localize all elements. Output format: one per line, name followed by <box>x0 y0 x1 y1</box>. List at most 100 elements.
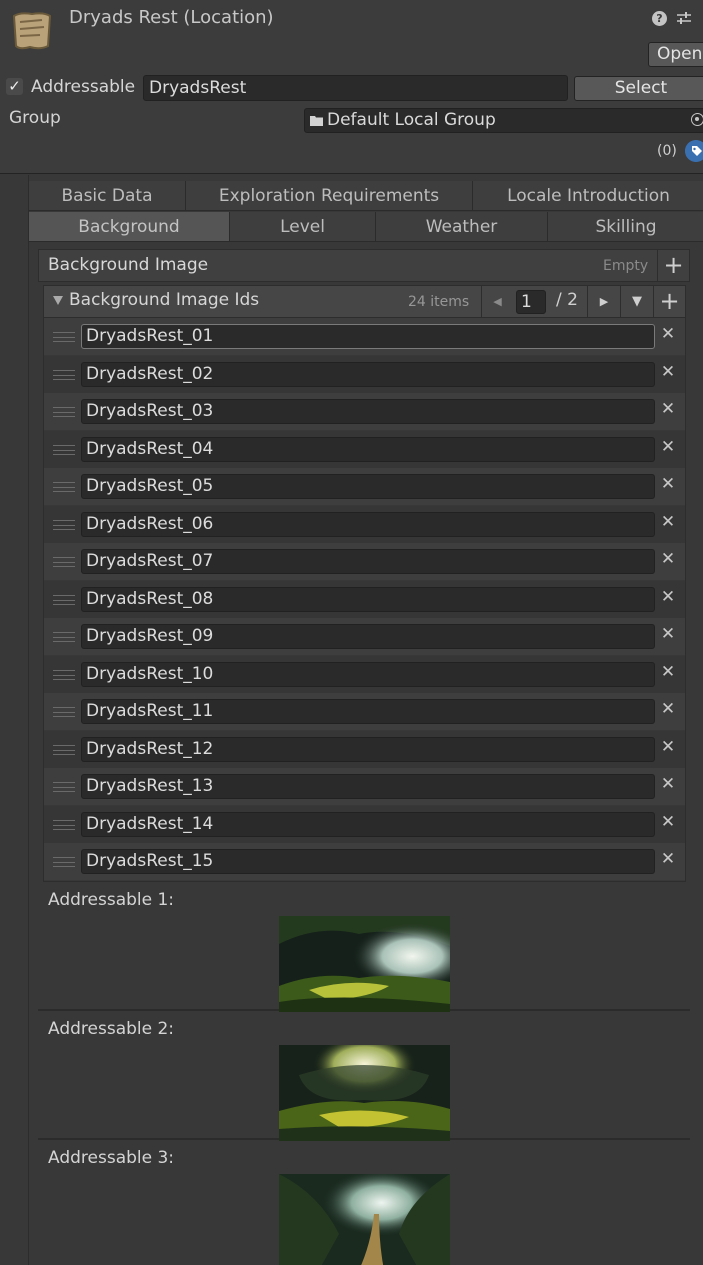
remove-item-icon[interactable]: ✕ <box>658 622 678 646</box>
drag-handle-icon[interactable] <box>53 782 75 792</box>
remove-item-icon[interactable]: ✕ <box>658 810 678 834</box>
list-item: DryadsRest_07 ✕ <box>44 543 685 580</box>
remove-item-icon[interactable]: ✕ <box>658 847 678 871</box>
item-id-input[interactable]: DryadsRest_02 <box>81 361 655 387</box>
remove-item-icon[interactable]: ✕ <box>658 735 678 759</box>
asset-title: Dryads Rest (Location) <box>69 7 274 28</box>
item-id-input[interactable]: DryadsRest_01 <box>81 324 655 349</box>
item-id-input[interactable]: DryadsRest_14 <box>81 811 655 837</box>
drag-handle-icon[interactable] <box>53 744 75 755</box>
object-picker-icon[interactable] <box>691 113 703 126</box>
drag-handle-icon[interactable] <box>53 707 75 717</box>
drag-handle-icon[interactable] <box>53 482 75 492</box>
next-page-button[interactable]: ▶ <box>587 286 620 317</box>
remove-item-icon[interactable]: ✕ <box>658 772 678 796</box>
drag-handle-icon[interactable] <box>53 444 75 455</box>
background-ids-list: DryadsRest_01 ✕ DryadsRest_02 ✕ DryadsRest_0… <box>43 318 686 882</box>
remove-item-icon[interactable]: ✕ <box>658 360 678 384</box>
forest-cave-preview-image <box>279 916 450 1012</box>
item-id-input[interactable]: DryadsRest_06 <box>81 511 655 537</box>
drag-handle-icon[interactable] <box>53 519 75 530</box>
tab-skilling[interactable]: Skilling <box>548 212 703 242</box>
select-button[interactable]: Select <box>574 76 703 101</box>
list-item-count: 24 items <box>408 294 470 310</box>
labels-count: (0) <box>657 143 677 159</box>
preview-label: Addressable 2: <box>48 1019 175 1039</box>
item-id-input[interactable]: DryadsRest_04 <box>81 436 655 462</box>
list-item: DryadsRest_13 ✕ <box>44 768 685 805</box>
item-id-input[interactable]: DryadsRest_03 <box>81 399 655 424</box>
tab-background[interactable]: Background <box>29 212 230 242</box>
page-number-input[interactable]: 1 <box>516 290 546 314</box>
remove-item-icon[interactable]: ✕ <box>658 472 678 496</box>
item-id-input[interactable]: DryadsRest_07 <box>81 549 655 574</box>
background-panel: Background Image Empty + Background Imag… <box>38 249 690 1265</box>
preview-label: Addressable 1: <box>48 890 175 910</box>
list-item: DryadsRest_14 ✕ <box>44 805 685 843</box>
drag-handle-icon[interactable] <box>53 819 75 830</box>
inspector-gutter <box>0 175 29 1265</box>
item-id-input[interactable]: DryadsRest_08 <box>81 586 655 612</box>
list-add-button[interactable]: + <box>653 286 685 317</box>
foldout-arrow-icon[interactable] <box>53 296 63 305</box>
remove-item-icon[interactable]: ✕ <box>658 397 678 421</box>
remove-item-icon[interactable]: ✕ <box>658 585 678 609</box>
background-image-add-button[interactable]: + <box>657 250 689 281</box>
addressable-preview: Addressable 3: <box>38 1140 690 1265</box>
background-ids-list-header: Background Image Ids 24 items ◀ 1 / 2 ▶ … <box>43 285 686 318</box>
addressable-preview: Addressable 1: <box>38 882 690 1012</box>
open-button[interactable]: Open <box>648 42 703 67</box>
group-value: Default Local Group <box>327 110 496 130</box>
item-id-input[interactable]: DryadsRest_11 <box>81 699 655 724</box>
drag-handle-icon[interactable] <box>53 857 75 867</box>
drag-handle-icon[interactable] <box>53 594 75 605</box>
list-item: DryadsRest_05 ✕ <box>44 468 685 505</box>
addressable-checkbox[interactable]: ✓ <box>6 78 23 95</box>
remove-item-icon[interactable]: ✕ <box>658 322 678 346</box>
list-item: DryadsRest_04 ✕ <box>44 430 685 468</box>
remove-item-icon[interactable]: ✕ <box>658 697 678 721</box>
label-tag-icon[interactable] <box>685 140 703 162</box>
group-dropdown[interactable]: Default Local Group <box>304 108 703 133</box>
address-input[interactable]: DryadsRest <box>143 75 568 101</box>
drag-handle-icon[interactable] <box>53 407 75 417</box>
item-id-input[interactable]: DryadsRest_09 <box>81 624 655 649</box>
drag-handle-icon[interactable] <box>53 332 75 342</box>
inspector-header: Dryads Rest (Location) ? Open ✓ Addressa… <box>0 0 703 174</box>
background-image-field[interactable]: Background Image Empty + <box>38 249 690 282</box>
drag-handle-icon[interactable] <box>53 669 75 680</box>
background-image-label: Background Image <box>48 255 209 275</box>
tab-locale-introduction[interactable]: Locale Introduction <box>473 181 703 211</box>
preview-label: Addressable 3: <box>48 1148 175 1168</box>
settings-sliders-icon[interactable] <box>676 10 692 26</box>
item-id-input[interactable]: DryadsRest_13 <box>81 774 655 799</box>
remove-item-icon[interactable]: ✕ <box>658 660 678 684</box>
forest-path-preview-image <box>279 1174 450 1265</box>
addressable-label: Addressable <box>31 77 136 97</box>
page-total: / 2 <box>556 290 578 310</box>
tab-basic-data[interactable]: Basic Data <box>29 181 186 211</box>
tab-level[interactable]: Level <box>230 212 376 242</box>
previous-page-button[interactable]: ◀ <box>481 286 513 317</box>
item-id-input[interactable]: DryadsRest_05 <box>81 474 655 499</box>
list-item: DryadsRest_03 ✕ <box>44 393 685 430</box>
list-item: DryadsRest_01 ✕ <box>44 318 685 355</box>
remove-item-icon[interactable]: ✕ <box>658 547 678 571</box>
item-id-input[interactable]: DryadsRest_10 <box>81 661 655 687</box>
group-label: Group <box>9 108 61 128</box>
list-item: DryadsRest_15 ✕ <box>44 843 685 880</box>
drag-handle-icon[interactable] <box>53 557 75 567</box>
help-icon[interactable]: ? <box>652 11 667 26</box>
item-id-input[interactable]: DryadsRest_12 <box>81 736 655 762</box>
drag-handle-icon[interactable] <box>53 632 75 642</box>
remove-item-icon[interactable]: ✕ <box>658 435 678 459</box>
list-item: DryadsRest_09 ✕ <box>44 618 685 655</box>
item-id-input[interactable]: DryadsRest_15 <box>81 849 655 874</box>
list-title[interactable]: Background Image Ids <box>69 290 259 310</box>
tab-weather[interactable]: Weather <box>376 212 548 242</box>
list-menu-button[interactable]: ▼ <box>620 286 653 317</box>
drag-handle-icon[interactable] <box>53 369 75 380</box>
remove-item-icon[interactable]: ✕ <box>658 510 678 534</box>
list-item: DryadsRest_10 ✕ <box>44 655 685 693</box>
tab-exploration-requirements[interactable]: Exploration Requirements <box>186 181 473 211</box>
